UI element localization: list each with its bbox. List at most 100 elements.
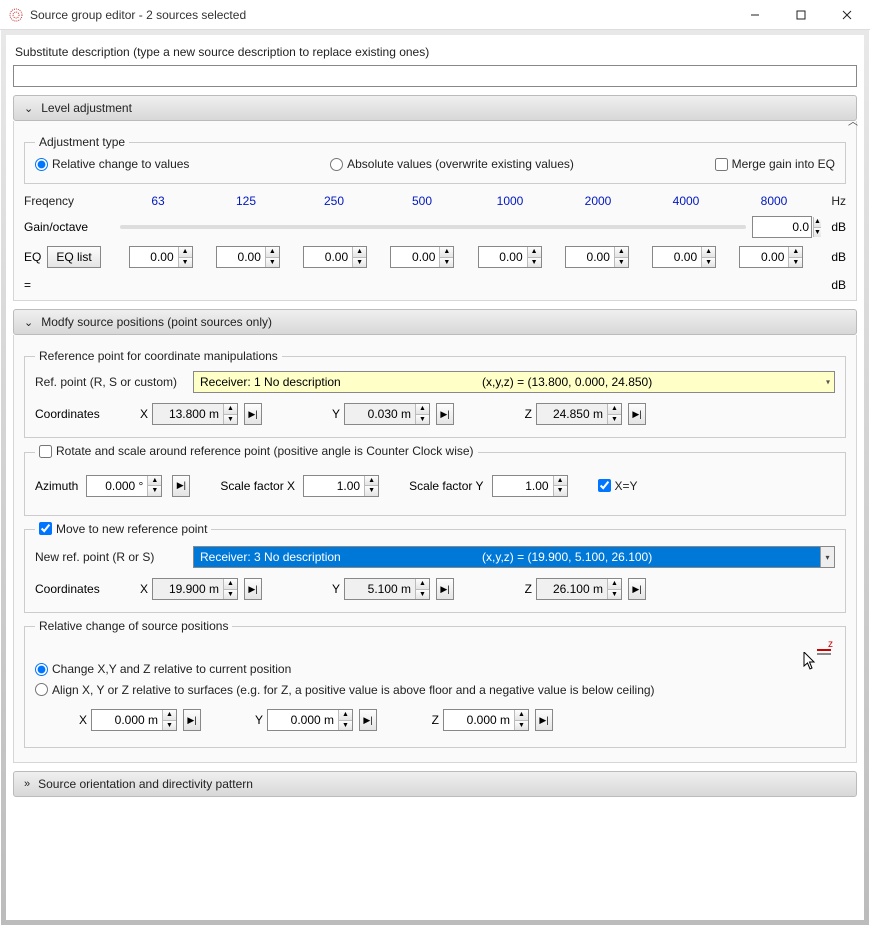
ref-z-input[interactable]: ▲▼ — [536, 403, 622, 425]
frequency-label: Freqency — [24, 194, 114, 208]
freq-4000: 4000 — [642, 194, 730, 208]
eq-input-6[interactable]: ▲▼ — [652, 246, 716, 268]
check-merge-eq[interactable]: Merge gain into EQ — [715, 157, 835, 171]
rel-legend: Relative change of source positions — [35, 619, 232, 633]
ref-point-dropdown[interactable]: Receiver: 1 No description (x,y,z) = (13… — [193, 371, 835, 393]
minimize-button[interactable] — [732, 0, 778, 30]
check-move[interactable]: Move to new reference point — [39, 522, 207, 536]
new-y-input[interactable]: ▲▼ — [344, 578, 430, 600]
equals-label: = — [24, 278, 114, 292]
align-icon[interactable] — [815, 641, 835, 659]
titlebar: Source group editor - 2 sources selected — [0, 0, 870, 30]
eq-input-3[interactable]: ▲▼ — [390, 246, 454, 268]
radio-relative[interactable]: Relative change to values — [35, 157, 189, 171]
adjustment-legend: Adjustment type — [35, 135, 129, 149]
play-icon[interactable]: ▶| — [436, 578, 454, 600]
eq-input-1[interactable]: ▲▼ — [216, 246, 280, 268]
move-fieldset: Move to new reference point New ref. poi… — [24, 522, 846, 614]
sfx-input[interactable]: ▲▼ — [303, 475, 379, 497]
chevron-down-icon: ▾ — [826, 378, 830, 387]
section-level-header[interactable]: ⌄ Level adjustment — [13, 95, 857, 121]
eq-list-button[interactable]: EQ list — [47, 246, 100, 268]
frequency-header-row: Freqency 63 125 250 500 1000 2000 4000 8… — [24, 194, 846, 208]
check-rotate[interactable]: Rotate and scale around reference point … — [39, 444, 474, 458]
rel-x-input[interactable]: ▲▼ — [91, 709, 177, 731]
rel-coords-row: X▲▼▶| Y▲▼▶| Z▲▼▶| — [35, 699, 835, 735]
play-icon[interactable]: ▶| — [436, 403, 454, 425]
eq-input-7[interactable]: ▲▼ — [739, 246, 803, 268]
chevron-down-icon: ⌄ — [24, 316, 33, 329]
new-coords-row: Coordinates X▲▼▶| Y▲▼▶| Z▲▼▶| — [35, 578, 835, 600]
gain-slider[interactable] — [120, 225, 746, 229]
chevron-down-icon: ▾ — [820, 547, 834, 567]
new-ref-dropdown[interactable]: Receiver: 3 No description (x,y,z) = (19… — [193, 546, 835, 568]
eq-input-2[interactable]: ▲▼ — [303, 246, 367, 268]
ref-point-label: Ref. point (R, S or custom) — [35, 375, 185, 389]
close-button[interactable] — [824, 0, 870, 30]
gain-value-input[interactable]: ▲▼ — [752, 216, 812, 238]
freq-8000: 8000 — [730, 194, 818, 208]
ref-point-fieldset: Reference point for coordinate manipulat… — [24, 349, 846, 438]
sfy-label: Scale factor Y — [409, 479, 483, 493]
freq-2000: 2000 — [554, 194, 642, 208]
hz-label: Hz — [818, 194, 846, 208]
play-icon[interactable]: ▶| — [535, 709, 553, 731]
section-level-title: Level adjustment — [41, 101, 132, 115]
coordinates-label: Coordinates — [35, 407, 130, 421]
freq-250: 250 — [290, 194, 378, 208]
new-z-input[interactable]: ▲▼ — [536, 578, 622, 600]
substitute-input[interactable] — [13, 65, 857, 87]
eq-db: dB — [818, 250, 846, 264]
rel-y-input[interactable]: ▲▼ — [267, 709, 353, 731]
new-ref-label: New ref. point (R or S) — [35, 550, 185, 564]
ref-legend: Reference point for coordinate manipulat… — [35, 349, 282, 363]
eq-input-0[interactable]: ▲▼ — [129, 246, 193, 268]
section-modify-title: Modfy source positions (point sources on… — [41, 315, 272, 329]
section-modify-header[interactable]: ⌄ Modfy source positions (point sources … — [13, 309, 857, 335]
rel-z-input[interactable]: ▲▼ — [443, 709, 529, 731]
play-icon[interactable]: ▶| — [172, 475, 190, 497]
sfx-label: Scale factor X — [220, 479, 295, 493]
eq-input-5[interactable]: ▲▼ — [565, 246, 629, 268]
new-x-input[interactable]: ▲▼ — [152, 578, 238, 600]
play-icon[interactable]: ▶| — [359, 709, 377, 731]
ref-y-input[interactable]: ▲▼ — [344, 403, 430, 425]
equals-db: dB — [818, 278, 846, 292]
relative-fieldset: Relative change of source positions Chan… — [24, 619, 846, 748]
gain-row: Gain/octave ▲▼ dB — [24, 216, 846, 238]
azimuth-label: Azimuth — [35, 479, 78, 493]
coordinates-label: Coordinates — [35, 582, 130, 596]
freq-1000: 1000 — [466, 194, 554, 208]
eq-label: EQ — [24, 250, 41, 264]
radio-absolute[interactable]: Absolute values (overwrite existing valu… — [330, 157, 574, 171]
rotate-fieldset: Rotate and scale around reference point … — [24, 444, 846, 516]
check-xy[interactable]: X=Y — [598, 479, 638, 493]
modify-panel: Reference point for coordinate manipulat… — [13, 335, 857, 763]
freq-500: 500 — [378, 194, 466, 208]
sfy-input[interactable]: ▲▼ — [492, 475, 568, 497]
radio-change[interactable]: Change X,Y and Z relative to current pos… — [35, 662, 291, 676]
app-icon — [8, 7, 24, 23]
eq-row: EQ EQ list ▲▼ ▲▼ ▲▼ ▲▼ ▲▼ ▲▼ ▲▼ ▲▼ dB — [24, 246, 846, 268]
maximize-button[interactable] — [778, 0, 824, 30]
level-panel: Adjustment type Relative change to value… — [13, 121, 857, 301]
freq-63: 63 — [114, 194, 202, 208]
adjustment-type-fieldset: Adjustment type Relative change to value… — [24, 135, 846, 184]
gain-label: Gain/octave — [24, 220, 114, 234]
play-icon[interactable]: ▶| — [628, 403, 646, 425]
play-icon[interactable]: ▶| — [183, 709, 201, 731]
radio-align[interactable]: Align X, Y or Z relative to surfaces (e.… — [35, 683, 655, 697]
gain-db: dB — [818, 220, 846, 234]
azimuth-input[interactable]: ▲▼ — [86, 475, 162, 497]
eq-input-4[interactable]: ▲▼ — [478, 246, 542, 268]
section-orient-header[interactable]: » Source orientation and directivity pat… — [13, 771, 857, 797]
ref-x-input[interactable]: ▲▼ — [152, 403, 238, 425]
play-icon[interactable]: ▶| — [244, 403, 262, 425]
play-icon[interactable]: ▶| — [628, 578, 646, 600]
chevron-down-icon: ⌄ — [24, 102, 33, 115]
play-icon[interactable]: ▶| — [244, 578, 262, 600]
equals-row: = dB — [24, 278, 846, 292]
freq-125: 125 — [202, 194, 290, 208]
scroll-up-icon[interactable]: ︿ — [848, 113, 858, 128]
window-title: Source group editor - 2 sources selected — [30, 8, 732, 22]
